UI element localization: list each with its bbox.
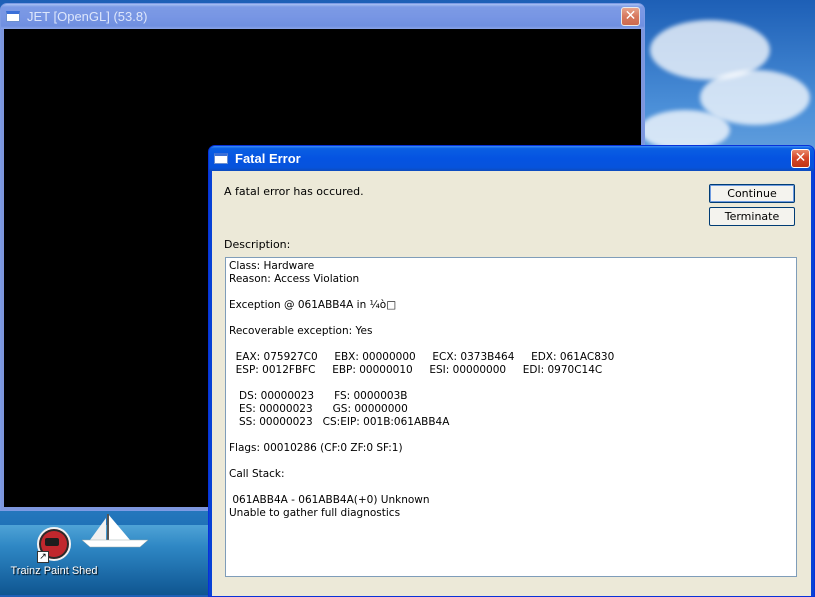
trainz-paint-shed-icon: ↗ — [37, 527, 71, 563]
fatal-error-title: Fatal Error — [235, 151, 301, 166]
description-textbox[interactable]: Class: Hardware Reason: Access Violation… — [225, 257, 797, 577]
fatal-error-dialog: Fatal Error ✕ A fatal error has occured.… — [208, 145, 815, 597]
desktop-icon-label: Trainz Paint Shed — [10, 565, 98, 577]
terminate-button[interactable]: Terminate — [709, 207, 795, 226]
jet-close-button[interactable]: ✕ — [621, 7, 640, 26]
error-message: A fatal error has occured. — [224, 185, 364, 198]
fatal-error-close-button[interactable]: ✕ — [791, 149, 810, 168]
window-icon — [214, 153, 228, 164]
description-label: Description: — [224, 238, 291, 251]
jet-window-title: JET [OpenGL] (53.8) — [27, 9, 148, 24]
jet-titlebar[interactable]: JET [OpenGL] (53.8) ✕ — [1, 4, 644, 29]
shortcut-arrow-icon: ↗ — [37, 551, 49, 563]
desktop-shortcut-trainz-paint-shed[interactable]: ↗ Trainz Paint Shed — [6, 527, 102, 577]
fatal-error-titlebar[interactable]: Fatal Error ✕ — [209, 146, 814, 171]
cloud — [640, 110, 730, 150]
fatal-error-body: A fatal error has occured. Continue Term… — [212, 171, 811, 596]
window-icon — [6, 11, 20, 22]
continue-button[interactable]: Continue — [709, 184, 795, 203]
